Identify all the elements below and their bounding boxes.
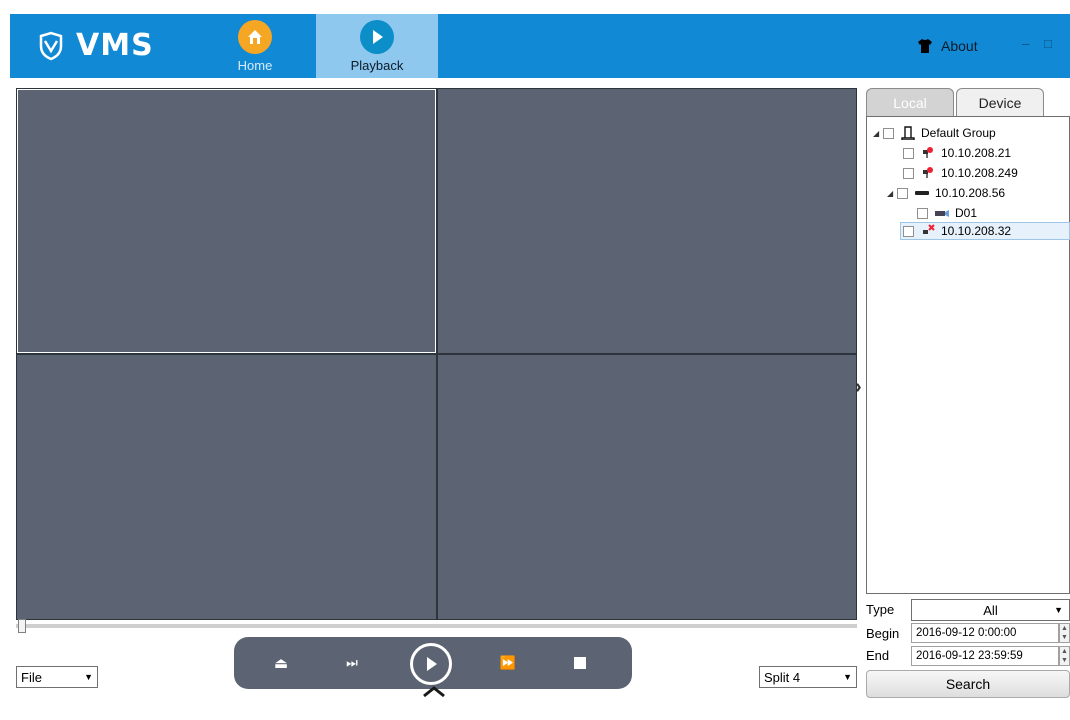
play-button[interactable] [410,643,452,685]
stop-icon[interactable] [574,657,586,669]
type-select[interactable]: All ▼ [911,599,1070,621]
begin-spinner[interactable]: ▲ ▼ [1059,623,1070,643]
end-spinner[interactable]: ▲ ▼ [1059,646,1070,666]
app-logo: VMS [36,28,154,63]
play-icon [427,657,437,671]
eject-icon[interactable]: ⏏ [270,653,292,673]
app-logo-text: VMS [76,28,154,63]
step-forward-icon[interactable]: ⏭ [340,653,364,673]
about-button[interactable]: About [917,38,978,54]
device-tree: ◢ Default Group 10.10.208.21 10.10.208.2… [866,116,1070,594]
type-select-value: All [983,602,998,618]
playback-progress-thumb[interactable] [18,619,26,633]
tree-node-group[interactable]: ◢ Default Group [873,124,996,142]
chevron-down-icon: ▼ [1054,605,1063,615]
checkbox[interactable] [903,167,914,179]
playback-icon [360,20,394,54]
nav-tab-home[interactable]: Home [215,14,295,78]
checkbox[interactable] [903,147,914,159]
split-select[interactable]: Split 4 ▼ [759,666,857,688]
nav-tab-playback-label: Playback [350,58,404,73]
tree-node-label: Default Group [921,126,996,140]
checkbox[interactable] [917,207,928,219]
file-select-value: File [21,669,42,685]
video-cell-2[interactable] [437,89,856,353]
checkbox[interactable] [903,225,914,237]
tree-node-label: 10.10.208.249 [941,166,1018,180]
playback-progress-track[interactable] [16,624,857,628]
about-label: About [941,38,978,54]
tshirt-icon [918,39,932,53]
video-cell-4[interactable] [437,354,856,619]
chevron-up-icon[interactable] [421,682,447,700]
nav-tab-home-label: Home [237,58,273,73]
tab-device[interactable]: Device [956,88,1044,116]
file-select[interactable]: File ▼ [16,666,98,688]
search-button[interactable]: Search [866,670,1070,698]
top-bar: VMS Home Playback About – □ [10,14,1070,78]
device-online-icon [920,166,936,180]
collapse-triangle-icon[interactable]: ◢ [873,129,883,138]
maximize-button[interactable]: □ [1044,36,1052,51]
end-label: End [866,648,890,663]
collapse-panel-icon[interactable]: › [855,376,862,399]
group-icon [900,126,916,140]
tree-node-label: 10.10.208.21 [941,146,1012,160]
video-cell-3[interactable] [17,354,436,619]
video-grid [16,88,857,620]
collapse-triangle-icon[interactable]: ◢ [887,189,897,198]
tree-node-device-selected[interactable]: 10.10.208.32 [900,222,1070,240]
shield-logo-icon [39,31,63,60]
checkbox[interactable] [897,187,908,199]
tree-node-device[interactable]: 10.10.208.21 [903,144,1011,162]
split-select-value: Split 4 [764,669,801,685]
tab-local[interactable]: Local [866,88,954,116]
begin-label: Begin [866,626,900,641]
type-label: Type [866,602,895,617]
home-icon [238,20,272,54]
tree-node-device[interactable]: 10.10.208.249 [903,164,1018,182]
end-datetime-input[interactable]: 2016-09-12 23:59:59 [911,646,1059,666]
tree-node-label: D01 [955,206,978,220]
tree-node-label: 10.10.208.32 [941,224,1012,238]
checkbox[interactable] [883,127,894,139]
device-online-icon [920,146,936,160]
tree-node-nvr[interactable]: ◢ 10.10.208.56 [887,184,1005,202]
grid-divider-horizontal [17,353,856,355]
fast-forward-icon[interactable]: ⏩ [496,653,520,673]
video-cell-1[interactable] [17,89,436,353]
chevron-down-icon: ▼ [843,672,852,682]
nvr-icon [914,186,930,200]
device-offline-icon [920,224,936,238]
tree-node-channel[interactable]: D01 [917,204,977,222]
minimize-button[interactable]: – [1022,36,1029,51]
chevron-down-icon: ▼ [84,672,93,682]
nav-tab-playback[interactable]: Playback [316,14,438,78]
tree-node-label: 10.10.208.56 [935,186,1006,200]
camera-icon [934,206,950,220]
begin-datetime-input[interactable]: 2016-09-12 0:00:00 [911,623,1059,643]
